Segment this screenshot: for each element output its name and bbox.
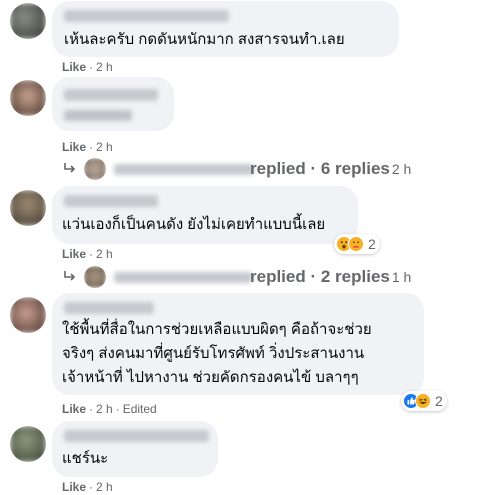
comment-text: แว่นเองก็เป็นคนดัง ยังไม่เคยทำแบบนี้เลย [62, 216, 326, 233]
care-icon [348, 236, 364, 252]
comment-text-line-2: จริงๆ ส่งคนมาที่ศูนย์รับโทรศัพท์ วิ่งประ… [62, 345, 365, 362]
comment-bubble: ใช้พื้นที่สื่อในการช่วยเหลือแบบผิดๆ คือถ… [52, 293, 424, 395]
comment-bubble: แชร์นะ [52, 421, 218, 477]
timestamp[interactable]: 2 h [96, 402, 113, 416]
reply-arrow-icon [64, 271, 76, 281]
replies-summary[interactable]: replied · 6 replies 2 h [250, 158, 411, 180]
comment-actions: Like · 2 h [62, 140, 113, 154]
commenter-avatar[interactable] [10, 3, 46, 39]
like-link[interactable]: Like [62, 247, 86, 261]
timestamp[interactable]: 2 h [96, 140, 113, 154]
commenter-name[interactable] [64, 195, 158, 207]
replies-summary[interactable]: replied · 2 replies 1 h [250, 266, 411, 288]
timestamp[interactable]: 2 h [96, 247, 113, 261]
comment-text-line-1: ใช้พื้นที่สื่อในการช่วยเหลือแบบผิดๆ คือถ… [62, 321, 372, 338]
commenter-avatar[interactable] [10, 190, 46, 226]
comment-actions: Like · 2 h · Edited [62, 402, 157, 416]
commenter-name[interactable] [64, 10, 229, 22]
comment-bubble: เห้นละครับ กดดันหนักมาก สงสารจนทำ.เลย [52, 1, 399, 57]
timestamp[interactable]: 2 h [96, 60, 113, 74]
commenter-name[interactable] [64, 302, 154, 314]
like-link[interactable]: Like [62, 60, 86, 74]
comment-actions: Like · 2 h [62, 480, 113, 494]
haha-icon [415, 393, 431, 409]
commenter-name[interactable] [64, 430, 209, 442]
comment-actions: Like · 2 h [62, 247, 113, 261]
timestamp[interactable]: 2 h [96, 480, 113, 494]
comment-actions: Like · 2 h [62, 60, 113, 74]
commenter-avatar[interactable] [10, 426, 46, 462]
reaction-count: 2 [368, 236, 376, 252]
commenter-avatar[interactable] [10, 80, 46, 116]
commenter-avatar[interactable] [10, 297, 46, 333]
comment-bubble: แว่นเองก็เป็นคนดัง ยังไม่เคยทำแบบนี้เลย [52, 186, 358, 244]
comment-text: แชร์นะ [62, 450, 109, 467]
replier-name [114, 164, 254, 175]
reaction-summary[interactable]: 2 [401, 391, 447, 411]
comment-text-line-3: เจ้าหน้าที่ ไปหางาน ช่วยคัดกรองคนไข้ บลา… [62, 369, 359, 386]
like-link[interactable]: Like [62, 480, 86, 494]
like-link[interactable]: Like [62, 140, 86, 154]
reply-avatar [84, 158, 106, 180]
comment-text-blurred [64, 110, 132, 121]
reply-avatar [84, 266, 106, 288]
reaction-summary[interactable]: 2 [334, 234, 380, 254]
like-link[interactable]: Like [62, 402, 86, 416]
reaction-count: 2 [435, 393, 443, 409]
commenter-name[interactable] [64, 89, 158, 101]
edited-label[interactable]: Edited [123, 402, 157, 416]
replier-name [114, 272, 252, 283]
comment-bubble [52, 77, 174, 131]
reply-arrow-icon [64, 163, 76, 173]
comment-text: เห้นละครับ กดดันหนักมาก สงสารจนทำ.เลย [64, 31, 345, 48]
